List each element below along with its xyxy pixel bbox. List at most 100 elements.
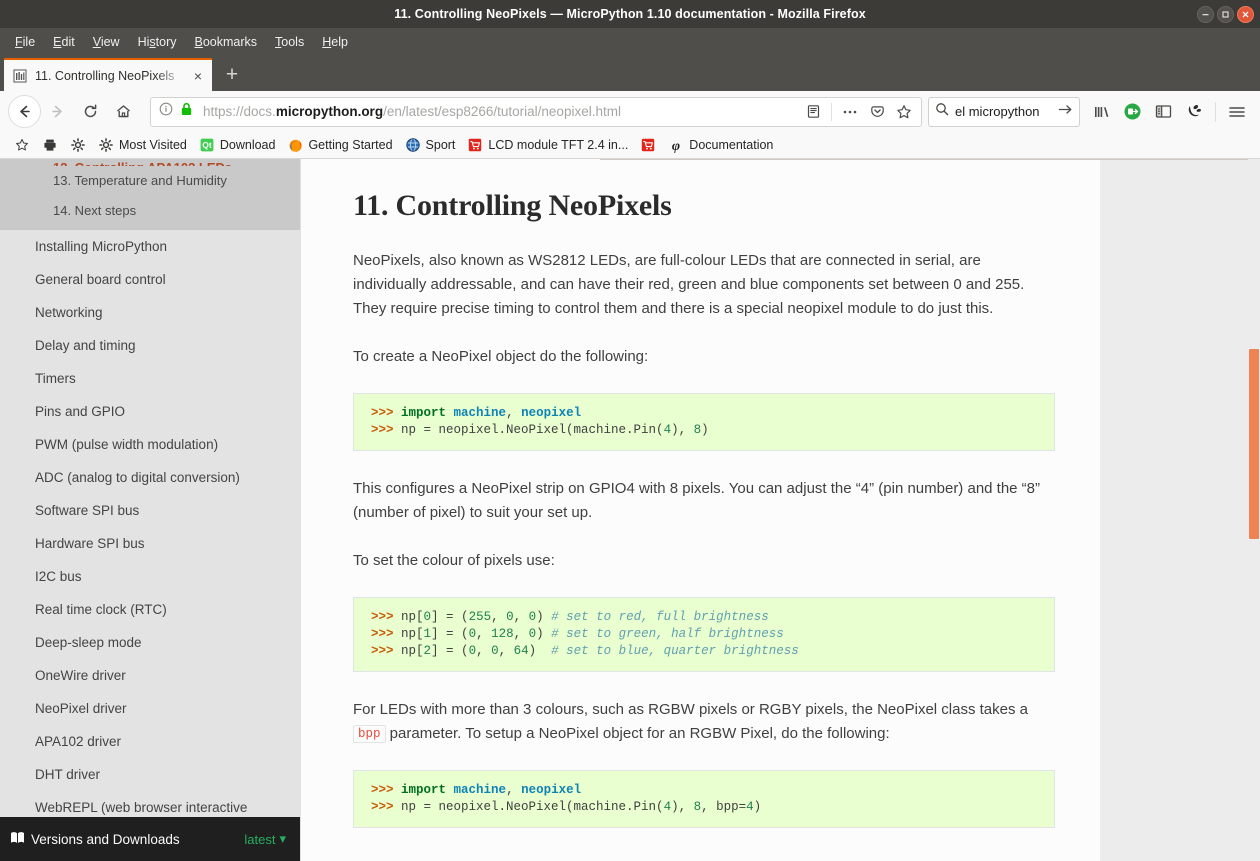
sidebar-item-rtc[interactable]: Real time clock (RTC) [0, 593, 300, 626]
bookmark-most-visited[interactable]: Most Visited [92, 135, 193, 155]
sidebar-item-networking[interactable]: Networking [0, 296, 300, 329]
back-arrow-icon[interactable] [8, 95, 41, 128]
version-value: latest [244, 831, 276, 847]
sidebar-item-neopixel-driver[interactable]: NeoPixel driver [0, 692, 300, 725]
sidebar-footer[interactable]: Versions and Downloads latest ▾ [0, 817, 300, 861]
sidebar-item-installing-micropython[interactable]: Installing MicroPython [0, 230, 300, 263]
pocket-icon[interactable] [864, 99, 890, 125]
content-scroll-area: 11. Controlling NeoPixels NeoPixels, als… [300, 159, 1260, 861]
info-icon[interactable] [159, 102, 173, 121]
bookmark-documentation[interactable]: φ Documentation [662, 135, 779, 155]
svg-text:φ: φ [672, 139, 680, 153]
bookmark-printer[interactable] [36, 135, 64, 155]
sidebar-subitem-14[interactable]: 14. Next steps [0, 196, 300, 226]
paragraph-set-colour: To set the colour of pixels use: [353, 552, 555, 569]
sidebar-toggle-icon[interactable] [1148, 96, 1179, 127]
star-icon[interactable] [891, 99, 917, 125]
tab-active[interactable]: 11. Controlling NeoPixels × [4, 58, 212, 91]
sidebar-item-apa102-driver[interactable]: APA102 driver [0, 725, 300, 758]
padlock-icon[interactable] [180, 102, 193, 121]
menu-bookmarks[interactable]: Bookmarks [186, 32, 267, 52]
globe-icon [405, 137, 421, 153]
sidebar-item-dht-driver[interactable]: DHT driver [0, 758, 300, 791]
reload-icon[interactable] [74, 95, 107, 128]
home-icon[interactable] [107, 95, 140, 128]
paragraph-create-object: To create a NeoPixel object do the follo… [353, 348, 649, 365]
menu-help[interactable]: Help [313, 32, 357, 52]
arrow-right-icon[interactable] [1058, 103, 1073, 121]
identity-box[interactable] [159, 102, 201, 121]
sidebar-item-deep-sleep-mode[interactable]: Deep-sleep mode [0, 626, 300, 659]
sidebar-item-software-spi-bus[interactable]: Software SPI bus [0, 494, 300, 527]
magnifier-icon [935, 102, 949, 121]
cart-icon [640, 137, 656, 153]
sidebar-item-general-board-control[interactable]: General board control [0, 263, 300, 296]
menu-bar: File Edit View History Bookmarks Tools H… [0, 28, 1260, 55]
url-domain: micropython.org [275, 104, 384, 119]
bookmark-label: LCD module TFT 2.4 in... [488, 138, 629, 152]
ellipsis-icon[interactable] [837, 99, 863, 125]
minimize-button[interactable] [1197, 5, 1214, 23]
svg-text:Qt: Qt [202, 140, 212, 150]
menu-history[interactable]: History [129, 32, 186, 52]
versions-and-downloads[interactable]: Versions and Downloads [10, 831, 244, 847]
bookmarks-toolbar: Most Visited Qt Download Getting Started… [0, 132, 1260, 159]
toolbar-divider [831, 102, 832, 121]
bookmark-gear-1[interactable] [64, 135, 92, 155]
hamburger-menu-icon[interactable] [1221, 96, 1252, 127]
sidebar-item-adc[interactable]: ADC (analog to digital conversion) [0, 461, 300, 494]
vertical-scrollbar[interactable] [1248, 159, 1260, 861]
tab-title: 11. Controlling NeoPixels [35, 68, 175, 83]
url-text[interactable]: https://docs.micropython.org/en/latest/e… [201, 104, 800, 119]
sidebar-item-i2c-bus[interactable]: I2C bus [0, 560, 300, 593]
phi-icon: φ [668, 137, 684, 153]
sidebar-item-onewire-driver[interactable]: OneWire driver [0, 659, 300, 692]
window-controls [1197, 0, 1254, 28]
paragraph-bpp: For LEDs with more than 3 colours, such … [353, 698, 1055, 746]
url-path: /en/latest/esp8266/tutorial/neopixel.htm… [383, 104, 621, 119]
cart-icon [467, 137, 483, 153]
bookmark-star-outline[interactable] [8, 135, 36, 155]
bookmark-lcd-module[interactable]: LCD module TFT 2.4 in... [461, 135, 634, 155]
url-bar[interactable]: https://docs.micropython.org/en/latest/e… [150, 96, 922, 127]
page-viewport: 12. Controlling APA102 LEDs 13. Temperat… [0, 159, 1260, 861]
extension-badge-icon[interactable] [1117, 96, 1148, 127]
sidebar-item-delay-and-timing[interactable]: Delay and timing [0, 329, 300, 362]
scrollbar-thumb[interactable] [1249, 349, 1259, 539]
code-block-3: >>> import machine, neopixel >>> np = ne… [353, 770, 1055, 828]
bookmark-cart-2[interactable] [634, 135, 662, 155]
sidebar-item-hardware-spi-bus[interactable]: Hardware SPI bus [0, 527, 300, 560]
search-input[interactable]: el micropython [955, 104, 1052, 119]
library-icon[interactable] [1086, 96, 1117, 127]
menu-view[interactable]: View [84, 32, 129, 52]
maximize-button[interactable] [1217, 5, 1234, 23]
bookmark-sport[interactable]: Sport [399, 135, 462, 155]
sidebar-subitem-13[interactable]: 13. Temperature and Humidity [0, 166, 300, 196]
menu-tools[interactable]: Tools [266, 32, 313, 52]
window-titlebar: 11. Controlling NeoPixels — MicroPython … [0, 0, 1260, 28]
gnome-extension-icon[interactable] [1179, 96, 1210, 127]
bookmark-getting-started[interactable]: Getting Started [281, 135, 398, 155]
search-bar[interactable]: el micropython [928, 96, 1080, 127]
navigation-toolbar: https://docs.micropython.org/en/latest/e… [0, 91, 1260, 132]
gear-icon [98, 137, 114, 153]
url-domain-prefix: docs. [243, 104, 276, 119]
reader-view-icon[interactable] [800, 99, 826, 125]
inline-code-bpp: bpp [353, 725, 386, 743]
book-icon [12, 68, 28, 84]
close-icon[interactable]: × [190, 68, 206, 84]
menu-edit[interactable]: Edit [44, 32, 84, 52]
version-selector[interactable]: latest ▾ [244, 831, 286, 847]
bookmark-download[interactable]: Qt Download [193, 135, 282, 155]
toolbar-right-icons [1086, 96, 1252, 127]
versions-label: Versions and Downloads [31, 831, 180, 847]
sidebar-subitem-cut[interactable]: 12. Controlling APA102 LEDs [0, 159, 300, 166]
new-tab-button[interactable]: + [214, 59, 250, 91]
sidebar-item-timers[interactable]: Timers [0, 362, 300, 395]
menu-file[interactable]: File [6, 32, 44, 52]
bookmark-label: Download [219, 138, 276, 152]
sidebar-item-pins-and-gpio[interactable]: Pins and GPIO [0, 395, 300, 428]
content-top-divider [600, 159, 1260, 160]
sidebar-item-pwm[interactable]: PWM (pulse width modulation) [0, 428, 300, 461]
close-button[interactable] [1237, 5, 1254, 23]
